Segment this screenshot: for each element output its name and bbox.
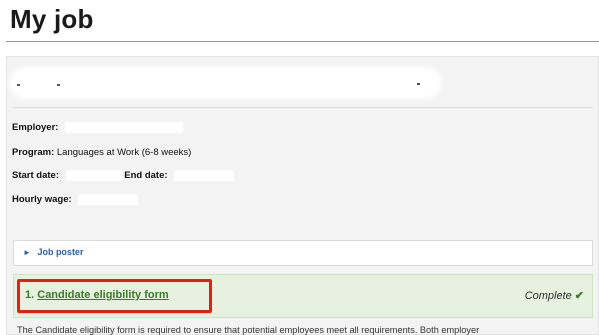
end-date-label: End date: (124, 170, 168, 182)
start-date-label: Start date: (12, 170, 59, 182)
redaction-artifact (57, 84, 60, 86)
highlight-annotation (17, 279, 212, 313)
redacted-heading (13, 71, 438, 95)
wage-row: Hourly wage: (12, 194, 139, 206)
employer-label: Employer: (12, 122, 59, 134)
step-candidate-eligibility: 1. Candidate eligibility form Complete ✔ (13, 274, 593, 318)
title-divider (6, 41, 599, 42)
program-value: Languages at Work (6-8 weeks) (56, 147, 192, 158)
redaction-artifact (17, 84, 20, 86)
start-date-value-redacted (65, 170, 122, 181)
employer-value-redacted (65, 122, 184, 133)
section-divider (13, 107, 593, 108)
end-date-value-redacted (174, 170, 235, 181)
employer-row: Employer: (12, 122, 184, 134)
job-details-panel: Employer: Program: Languages at Work (6-… (6, 56, 599, 335)
hourly-wage-label: Hourly wage: (12, 194, 72, 206)
hourly-wage-value-redacted (78, 194, 139, 205)
triangle-right-icon: ► (23, 248, 31, 257)
program-row: Program: Languages at Work (6-8 weeks) (12, 147, 191, 158)
step-description: The Candidate eligibility form is requir… (17, 325, 480, 335)
job-poster-toggle[interactable]: ► Job poster (13, 240, 593, 266)
program-label: Program: (12, 147, 55, 158)
dates-row: Start date: End date: (12, 170, 235, 182)
step-status: Complete ✔ (525, 289, 584, 302)
redaction-artifact (417, 83, 420, 85)
job-poster-label: Job poster (37, 247, 84, 257)
check-icon: ✔ (574, 290, 584, 302)
page-title: My job (10, 4, 94, 34)
status-label: Complete (524, 290, 572, 302)
